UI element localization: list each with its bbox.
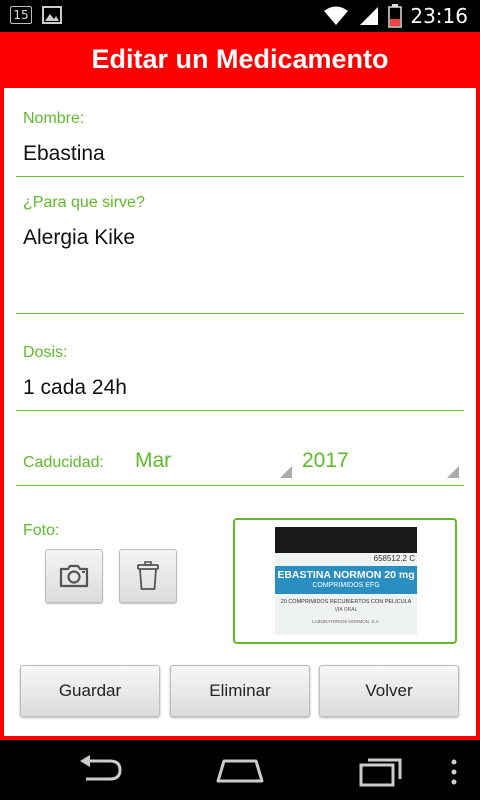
home-icon[interactable]: [214, 755, 266, 785]
trash-icon: [137, 561, 159, 590]
dosis-field[interactable]: 1 cada 24h: [23, 376, 127, 400]
overflow-menu-icon[interactable]: [450, 759, 458, 785]
title-bar: Editar un Medicamento: [0, 32, 480, 87]
photo-brand: EBASTINA NORMON 20 mg: [277, 569, 415, 581]
photo-line1: 20 COMPRIMIDOS RECUBIERTOS CON PELICULA: [280, 599, 412, 605]
para-que-sirve-label: ¿Para que sirve?: [23, 194, 145, 211]
photo-code: 658512.2 C: [373, 554, 415, 563]
app-window: Editar un Medicamento Nombre: Ebastina ¿…: [0, 32, 480, 740]
month-spinner[interactable]: Mar: [130, 440, 294, 482]
recent-apps-icon[interactable]: [358, 755, 404, 787]
eliminar-button[interactable]: Eliminar: [170, 665, 310, 717]
nombre-underline: [16, 176, 464, 177]
photo-line3: LABORATORIOS NORMON, S.A.: [312, 619, 380, 624]
medicine-photo: 658512.2 C EBASTINA NORMON 20 mg COMPRIM…: [275, 527, 417, 635]
battery-icon: [388, 4, 403, 28]
photo-sub: COMPRIMIDOS EFG: [312, 582, 380, 589]
month-spinner-value: Mar: [135, 449, 172, 472]
year-spinner-arrow-icon: [447, 466, 459, 478]
para-que-sirve-underline: [16, 313, 464, 314]
camera-icon: [59, 564, 89, 588]
form-panel: Nombre: Ebastina ¿Para que sirve? Alergi…: [4, 88, 476, 736]
guardar-button[interactable]: Guardar: [20, 665, 160, 717]
photo-frame[interactable]: 658512.2 C EBASTINA NORMON 20 mg COMPRIM…: [233, 518, 457, 644]
year-spinner[interactable]: 2017: [297, 440, 461, 482]
volver-button[interactable]: Volver: [319, 665, 459, 717]
navigation-bar: [0, 740, 480, 800]
wifi-icon: [324, 6, 349, 25]
caducidad-underline: [16, 485, 464, 486]
back-icon[interactable]: [76, 755, 124, 785]
camera-button[interactable]: [45, 549, 103, 603]
notification-badge: 15: [10, 6, 32, 24]
status-bar: 15 23:16: [0, 0, 480, 32]
nombre-label: Nombre:: [23, 110, 85, 127]
clock: 23:16: [410, 4, 468, 28]
year-spinner-value: 2017: [302, 449, 349, 472]
delete-photo-button[interactable]: [119, 549, 177, 603]
foto-label: Foto:: [23, 522, 60, 539]
para-que-sirve-field[interactable]: Alergia Kike: [23, 226, 135, 250]
nombre-field[interactable]: Ebastina: [23, 142, 105, 166]
caducidad-label: Caducidad:: [23, 454, 104, 471]
signal-icon: [360, 7, 379, 25]
dosis-label: Dosis:: [23, 344, 68, 361]
month-spinner-arrow-icon: [280, 466, 292, 478]
photo-line2: VÍA ORAL: [334, 607, 358, 613]
dosis-underline: [16, 410, 464, 411]
image-notification-icon: [42, 6, 62, 24]
page-title: Editar un Medicamento: [91, 44, 389, 74]
